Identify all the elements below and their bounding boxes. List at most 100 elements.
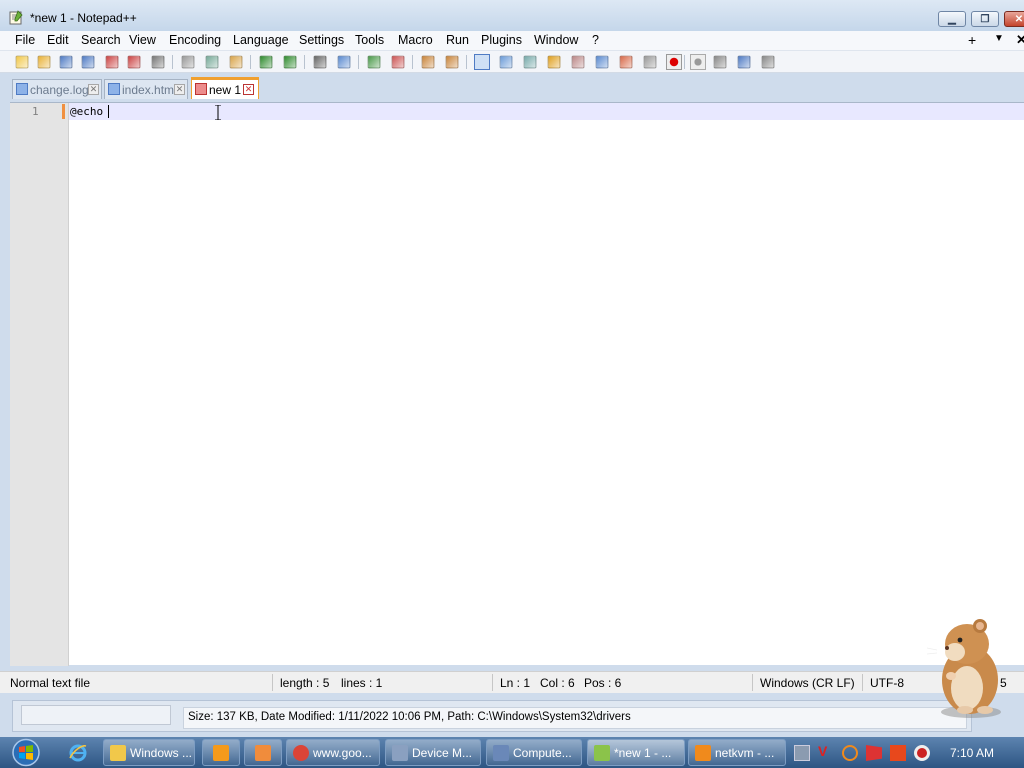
new-file-icon[interactable]: [15, 55, 29, 69]
monitoring-icon[interactable]: [643, 55, 657, 69]
editor-text[interactable]: @echo: [70, 105, 103, 118]
toolbar-separator: [466, 55, 467, 69]
menu-help[interactable]: ?: [589, 33, 602, 47]
toolbar-separator: [358, 55, 359, 69]
tray-network-icon[interactable]: [794, 745, 810, 761]
tab-bar: change.log ✕ index.html ✕ new 1 ✕: [0, 74, 1024, 102]
close-icon[interactable]: [105, 55, 119, 69]
window-title: *new 1 - Notepad++: [30, 11, 137, 25]
menu-macro[interactable]: Macro: [395, 33, 436, 47]
save-all-icon[interactable]: [81, 55, 95, 69]
menu-language[interactable]: Language: [230, 33, 292, 47]
status-bar: Normal text file length : 5 lines : 1 Ln…: [0, 671, 1024, 693]
taskbar-button-search[interactable]: netkvm - ...: [688, 739, 786, 766]
undo-icon[interactable]: [259, 55, 273, 69]
tab-close-icon[interactable]: ✕: [174, 84, 185, 95]
word-wrap-icon[interactable]: [474, 54, 490, 70]
tab-list-dropdown-button[interactable]: ▼: [994, 33, 1004, 44]
menu-file[interactable]: File: [12, 33, 38, 47]
close-all-icon[interactable]: [127, 55, 141, 69]
taskbar-button-computer-management[interactable]: Compute...: [486, 739, 582, 766]
tab-label: new 1: [209, 83, 242, 97]
unsaved-file-icon: [195, 83, 207, 95]
toolbar-separator: [684, 55, 685, 69]
save-macro-icon[interactable]: [761, 55, 775, 69]
indent-guide-icon[interactable]: [523, 55, 537, 69]
cut-icon[interactable]: [181, 55, 195, 69]
taskbar-button-media-player[interactable]: [202, 739, 240, 766]
taskbar-button-folder[interactable]: Windows ...: [103, 739, 195, 766]
menu-encoding[interactable]: Encoding: [166, 33, 224, 47]
current-line-highlight: [69, 103, 1024, 120]
tray-v-icon[interactable]: V: [818, 743, 834, 759]
user-defined-lang-icon[interactable]: [547, 55, 561, 69]
tab-close-icon[interactable]: ✕: [243, 84, 254, 95]
taskbar-button-device-manager[interactable]: Device M...: [385, 739, 481, 766]
new-tab-plus-button[interactable]: +: [968, 32, 976, 48]
copy-icon[interactable]: [205, 55, 219, 69]
maximize-button[interactable]: ❐: [971, 11, 999, 27]
taskbar-button-label: Compute...: [513, 746, 572, 760]
zoom-out-icon[interactable]: [391, 55, 405, 69]
details-pane-box: [21, 705, 171, 725]
tray-flag-icon[interactable]: [866, 745, 882, 761]
menu-tools[interactable]: Tools: [352, 33, 387, 47]
computer-management-icon: [493, 745, 509, 761]
redo-icon[interactable]: [283, 55, 297, 69]
status-col: Col : 6: [540, 676, 575, 690]
status-separator: [752, 674, 753, 691]
print-icon[interactable]: [151, 55, 165, 69]
find-icon[interactable]: [313, 55, 327, 69]
menu-search[interactable]: Search: [78, 33, 124, 47]
taskbar-button-notepadpp[interactable]: *new 1 - ...: [587, 739, 685, 766]
close-document-button[interactable]: ✕: [1016, 32, 1024, 48]
function-list-icon[interactable]: [595, 55, 609, 69]
open-file-icon[interactable]: [37, 55, 51, 69]
status-lines: lines : 1: [341, 676, 383, 690]
tab-new-1[interactable]: new 1 ✕: [191, 77, 259, 99]
menu-edit[interactable]: Edit: [44, 33, 72, 47]
folder-icon: [110, 745, 126, 761]
taskbar-button-chrome[interactable]: www.goo...: [286, 739, 380, 766]
tray-search-icon[interactable]: [842, 745, 858, 761]
menu-plugins[interactable]: Plugins: [478, 33, 525, 47]
toolbar-separator: [304, 55, 305, 69]
sync-vertical-icon[interactable]: [421, 55, 435, 69]
status-pos: Pos : 6: [584, 676, 622, 690]
tray-app-icon[interactable]: [890, 745, 906, 761]
zoom-in-icon[interactable]: [367, 55, 381, 69]
start-button-windows-icon[interactable]: [8, 737, 44, 768]
sync-horizontal-icon[interactable]: [445, 55, 459, 69]
menu-bar: File Edit Search View Encoding Language …: [0, 31, 1024, 51]
menu-settings[interactable]: Settings: [296, 33, 347, 47]
system-tray: V 7:10 AM: [790, 737, 1024, 768]
stop-record-icon[interactable]: [690, 54, 706, 70]
doc-map-icon[interactable]: [571, 55, 585, 69]
minimize-button[interactable]: ▁: [938, 11, 966, 27]
paint-icon: [255, 745, 271, 761]
tray-record-icon[interactable]: [914, 745, 930, 761]
menu-window[interactable]: Window: [531, 33, 581, 47]
tab-close-icon[interactable]: ✕: [88, 84, 99, 95]
play-macro-icon[interactable]: [713, 55, 727, 69]
paste-icon[interactable]: [229, 55, 243, 69]
title-bar[interactable]: *new 1 - Notepad++ ▁ ❐ ✕: [0, 0, 1024, 32]
save-icon[interactable]: [59, 55, 73, 69]
tab-index-html[interactable]: index.html ✕: [104, 79, 188, 99]
run-macro-multiple-icon[interactable]: [737, 55, 751, 69]
folder-as-workspace-icon[interactable]: [619, 55, 633, 69]
status-encoding: UTF-8: [870, 676, 904, 690]
internet-explorer-icon[interactable]: [68, 743, 88, 763]
show-all-chars-icon[interactable]: [499, 55, 513, 69]
taskbar-clock[interactable]: 7:10 AM: [950, 746, 994, 760]
ibeam-cursor-icon: [215, 105, 221, 120]
record-macro-icon[interactable]: [666, 54, 682, 70]
taskbar-button-paint[interactable]: [244, 739, 282, 766]
menu-view[interactable]: View: [126, 33, 159, 47]
replace-icon[interactable]: [337, 55, 351, 69]
tab-change-log[interactable]: change.log ✕: [12, 79, 102, 99]
editor-area[interactable]: 1 @echo: [10, 102, 1024, 666]
menu-run[interactable]: Run: [443, 33, 472, 47]
close-window-button[interactable]: ✕: [1004, 11, 1024, 27]
line-number-gutter: 1: [10, 103, 69, 666]
